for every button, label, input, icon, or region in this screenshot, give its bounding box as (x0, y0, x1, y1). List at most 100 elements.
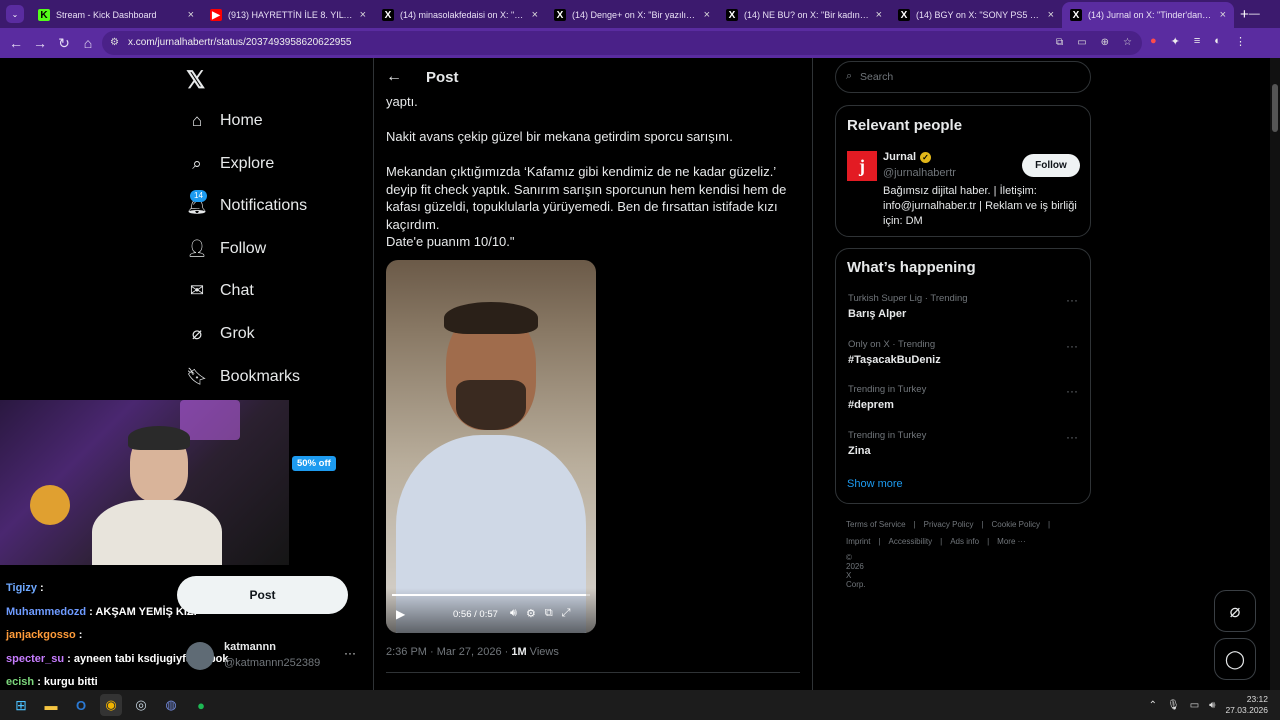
chat-username[interactable]: janjackgosso (6, 629, 76, 641)
video-progress-track[interactable] (392, 594, 590, 596)
sidebar-item-label: Follow (220, 240, 267, 257)
sidebar-item-bookmarks[interactable]: 🔖︎ Bookmarks (186, 366, 300, 388)
footer-link[interactable]: Cookie Policy (992, 520, 1040, 529)
sidebar-item-follow[interactable]: 👤︎ Follow (186, 238, 266, 260)
cast-icon[interactable]: ▭ (1077, 31, 1086, 55)
zoom-icon[interactable]: ⊕ (1101, 31, 1109, 55)
new-tab-button[interactable]: + (1240, 6, 1249, 23)
volume-tray-icon[interactable]: 🔊︎ (1209, 700, 1215, 711)
trend-more-icon[interactable]: ··· (1066, 430, 1078, 444)
file-explorer-icon[interactable]: ▬ (40, 694, 62, 716)
post-button[interactable]: Post (177, 576, 348, 614)
footer-link[interactable]: Privacy Policy (924, 520, 974, 529)
sidebar-item-label: Home (220, 112, 263, 129)
chat-username[interactable]: specter_su (6, 653, 64, 665)
tab-close-icon[interactable]: × (1220, 9, 1226, 21)
views-label: Views (526, 646, 559, 658)
browser-tab[interactable]: X (14) NE BU? on X: "Bir kadın, hem × (718, 2, 890, 28)
sidebar-item-chat[interactable]: ✉ Chat (186, 280, 254, 302)
tab-close-icon[interactable]: × (360, 9, 366, 21)
windows-start-icon[interactable]: ⊞ (10, 694, 32, 716)
footer-link[interactable]: More ··· (997, 537, 1025, 546)
tab-title: Stream - Kick Dashboard (56, 10, 157, 20)
tray-chevron-icon[interactable]: ⌃ (1149, 700, 1157, 711)
settings-icon[interactable]: ⚙ (526, 607, 536, 620)
sidebar-item-home[interactable]: ⌂ Home (186, 110, 263, 132)
tab-title: (913) HAYRETTİN İLE 8. YIL GALA (228, 10, 354, 20)
footer-link[interactable]: Accessibility (889, 537, 933, 546)
trend-more-icon[interactable]: ··· (1066, 384, 1078, 398)
extensions-puzzle-icon[interactable]: ✦ (1171, 35, 1180, 48)
back-arrow-icon[interactable]: ← (386, 68, 402, 86)
footer-link[interactable]: Imprint (846, 537, 870, 546)
chat-username[interactable]: Muhammedozd (6, 606, 86, 618)
trend-more-icon[interactable]: ··· (1066, 339, 1078, 353)
footer-link[interactable]: Terms of Service (846, 520, 906, 529)
discord-icon[interactable]: ◍ (160, 694, 182, 716)
extension-icon[interactable]: ● (1150, 35, 1157, 48)
sidebar-item-explore[interactable]: ⌕ Explore (186, 153, 274, 175)
outlook-icon[interactable]: O (70, 694, 92, 716)
pip-icon[interactable]: ⧉ (545, 607, 553, 620)
show-more-link[interactable]: Show more (847, 478, 903, 490)
tab-close-icon[interactable]: × (1048, 9, 1054, 21)
promo-badge[interactable]: 50% off (292, 456, 336, 471)
play-icon[interactable]: ▶ (396, 607, 405, 621)
trend-more-icon[interactable]: ··· (1066, 293, 1078, 307)
spotify-icon[interactable]: ● (190, 694, 212, 716)
browser-tab[interactable]: X (14) Denge+ on X: "Bir yazılımcı × (546, 2, 718, 28)
media-icon[interactable]: ≡ (1194, 35, 1200, 48)
footer-link[interactable]: Ads info (950, 537, 979, 546)
network-icon[interactable]: ▭ (1190, 700, 1199, 711)
chat-username[interactable]: ecish (6, 676, 34, 688)
browser-tab[interactable]: X (14) BGY on X: "SONY PS5 FİYA × (890, 2, 1062, 28)
translate-icon[interactable]: ⧉ (1056, 31, 1063, 55)
account-switcher[interactable]: katmannn @katmannn252389 ··· (186, 640, 366, 680)
jurnal-avatar[interactable]: j (847, 151, 877, 181)
site-info-icon[interactable]: ⚙ (110, 31, 119, 55)
tab-close-icon[interactable]: × (704, 9, 710, 21)
chat-float-button[interactable]: ◯ (1214, 638, 1256, 680)
trend-item[interactable]: Trending in Turkey #deprem ··· (848, 384, 1078, 411)
grok-float-button[interactable]: ⌀ (1214, 590, 1256, 632)
home-browser-icon[interactable]: ⌂ (76, 35, 100, 51)
trend-item[interactable]: Turkish Super Lig · Trending Barış Alper ·… (848, 293, 1078, 320)
minimize-button[interactable]: — (1249, 8, 1260, 21)
tab-close-icon[interactable]: × (876, 9, 882, 21)
browser-tab[interactable]: X (14) minasolakfedaisi on X: ""bir × (374, 2, 546, 28)
sidebar-item-notifications[interactable]: 🔔︎ 14 Notifications (186, 190, 307, 217)
steam-icon[interactable]: ◎ (130, 694, 152, 716)
trend-item[interactable]: Trending in Turkey Zina ··· (848, 430, 1078, 457)
profile-avatar-icon[interactable]: ◐ (1214, 35, 1221, 48)
tab-favicon-icon: X (1070, 9, 1082, 21)
menu-icon[interactable]: ⋮ (1235, 35, 1246, 48)
video-player[interactable]: ▶ 0:56 / 0:57 🔊︎ ⚙ ⧉ ⤢ (386, 260, 596, 633)
x-logo[interactable]: 𝕏 (186, 66, 205, 95)
follow-button[interactable]: Follow (1022, 154, 1080, 177)
sidebar-item-grok[interactable]: ⌀ Grok (186, 323, 255, 345)
more-dots-icon[interactable]: ··· (344, 646, 356, 660)
fullscreen-icon[interactable]: ⤢ (562, 607, 571, 620)
chat-username[interactable]: Tigizy (6, 582, 37, 594)
browser-tab[interactable]: ▶ (913) HAYRETTİN İLE 8. YIL GALA × (202, 2, 374, 28)
forward-icon[interactable]: → (28, 35, 52, 51)
trend-item[interactable]: Only on X · Trending #TaşacakBuDeniz ··· (848, 339, 1078, 366)
microphone-icon[interactable]: 🎙︎ (1167, 700, 1180, 711)
clock[interactable]: 23:12 27.03.2026 (1225, 694, 1268, 716)
tab-close-icon[interactable]: × (188, 9, 194, 21)
follow-icon: 👤︎ (186, 239, 208, 258)
reload-icon[interactable]: ↻ (52, 35, 76, 52)
tab-close-icon[interactable]: × (532, 9, 538, 21)
post-timestamp[interactable]: 2:36 PM · Mar 27, 2026 · (386, 646, 511, 658)
search-input[interactable]: ⌕ Search (835, 61, 1091, 93)
page-scrollbar[interactable] (1270, 58, 1280, 690)
tab-search-button[interactable]: ⌄ (6, 5, 24, 23)
profile-name[interactable]: Jurnal ✓ (883, 151, 932, 163)
url-field[interactable]: ⚙ x.com/jurnalhabertr/status/20374939586… (102, 31, 1142, 55)
volume-icon[interactable]: 🔊︎ (510, 607, 517, 620)
bookmark-star-icon[interactable]: ☆ (1123, 31, 1132, 55)
back-icon[interactable]: ← (4, 35, 28, 51)
chrome-icon[interactable]: ◉ (100, 694, 122, 716)
browser-tab[interactable]: K Stream - Kick Dashboard × (30, 2, 202, 28)
browser-tab[interactable]: X (14) Jurnal on X: "Tinder'dan eşle × (1062, 2, 1234, 28)
